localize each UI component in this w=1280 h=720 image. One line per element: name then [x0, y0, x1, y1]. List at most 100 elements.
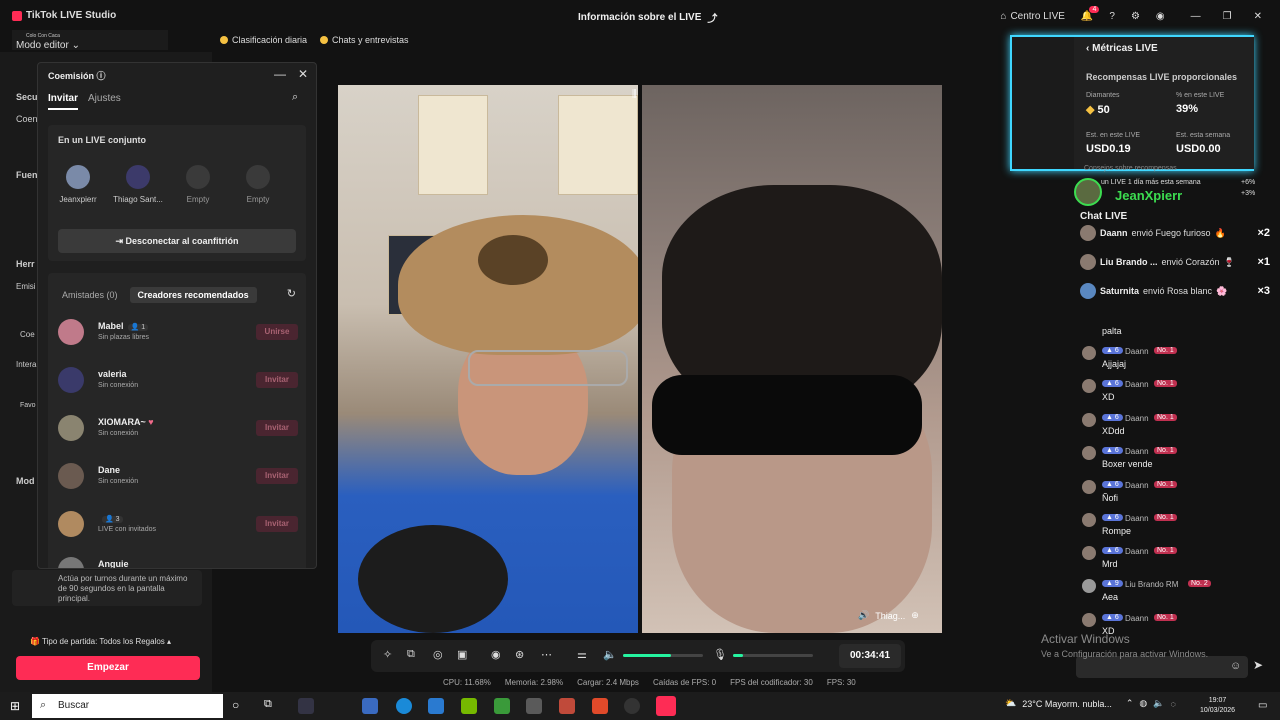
- tiktok-live-icon[interactable]: [656, 696, 676, 716]
- tipo-partida-selector[interactable]: 🎁 Tipo de partida: Todos los Regalos ▴: [30, 637, 171, 646]
- metrics-panel: ‹ Métricas LIVE Recompensas LIVE proporc…: [1010, 35, 1254, 171]
- volume-slider[interactable]: [623, 654, 703, 657]
- level-badge: ▲ 6: [1102, 447, 1123, 454]
- poster-image: [418, 95, 488, 195]
- speaker-icon: 🔊: [858, 610, 870, 620]
- empezar-button[interactable]: Empezar: [16, 656, 200, 680]
- live-info-button[interactable]: Información sobre el LIVE ⤴: [578, 10, 717, 25]
- app-icon[interactable]: [526, 698, 542, 714]
- more-icon[interactable]: ⋯: [541, 648, 552, 661]
- list-item: Anguie: [58, 555, 298, 568]
- task-view-icon[interactable]: ⧉: [264, 698, 280, 714]
- send-icon[interactable]: ➤: [1253, 658, 1263, 672]
- app-icon[interactable]: [494, 698, 510, 714]
- camera-icon[interactable]: ⊛: [515, 648, 524, 661]
- invitar-button[interactable]: Invitar: [256, 516, 298, 532]
- friends-tabs: Amistades (0) Creadores recomendados: [58, 287, 257, 303]
- layout-icon[interactable]: ▣: [457, 648, 467, 661]
- tab-amistades[interactable]: Amistades (0): [58, 287, 122, 303]
- tray-chevron-icon[interactable]: ⌃: [1126, 698, 1134, 709]
- tip-row: un LIVE 1 día más esta semana +6%: [1101, 179, 1256, 186]
- left-item-5[interactable]: Coe: [20, 330, 35, 339]
- maximize-button[interactable]: ❐: [1223, 11, 1232, 22]
- network-icon[interactable]: ◍: [1139, 698, 1147, 709]
- chats-chip[interactable]: Chats y entrevistas: [320, 33, 409, 47]
- mic-slider[interactable]: [733, 654, 813, 657]
- slot-host[interactable]: Jeanxpierr: [48, 165, 108, 204]
- edge-icon[interactable]: [396, 698, 412, 714]
- refresh-icon[interactable]: ↻: [287, 287, 296, 300]
- heart-gift-icon: 🍷: [1223, 256, 1235, 267]
- dialog-minimize-button[interactable]: —: [274, 67, 286, 81]
- left-item-3[interactable]: Herr: [16, 259, 35, 269]
- clasificacion-chip[interactable]: Clasificación diaria: [220, 33, 307, 47]
- left-item-2[interactable]: Fuen: [16, 170, 38, 180]
- chat-message: ▲ 6 Daann No. 1 XDdd: [1082, 412, 1272, 440]
- poster-image: [558, 95, 638, 195]
- volume-icon[interactable]: 🔈: [603, 648, 617, 661]
- taskbar-clock[interactable]: 19:07 10/03/2026: [1200, 696, 1235, 716]
- title-actions: ⌂ Centro LIVE 🔔 4 ? ⚙ ◉ — ❐ ✕: [992, 5, 1280, 26]
- left-item-6[interactable]: Intera: [16, 360, 36, 369]
- tab-ajustes[interactable]: Ajustes: [88, 93, 121, 110]
- slot-empty[interactable]: Empty: [228, 165, 288, 204]
- slot-empty[interactable]: Empty: [168, 165, 228, 204]
- modo-editor-dropdown[interactable]: Modo editor ⌄: [16, 40, 80, 51]
- left-item-8[interactable]: Mod: [16, 476, 35, 486]
- tab-creadores[interactable]: Creadores recomendados: [129, 287, 257, 303]
- minimize-button[interactable]: —: [1191, 11, 1201, 22]
- rank-badge: No. 1: [1154, 380, 1177, 387]
- guest-label[interactable]: 🔊 Thiag... ⊕: [858, 610, 919, 621]
- list-item: valeria Sin conexión Invitar: [58, 365, 298, 395]
- app-icon[interactable]: [298, 698, 314, 714]
- help-button[interactable]: ?: [1109, 11, 1115, 22]
- left-item-1[interactable]: Coen: [16, 114, 38, 124]
- obs-icon[interactable]: [624, 698, 640, 714]
- windows-start-icon[interactable]: ⊞: [10, 699, 20, 713]
- avatar: [58, 367, 84, 393]
- tab-invitar[interactable]: Invitar: [48, 93, 79, 110]
- live-video-preview[interactable]: ⫼ 🔊 Thiag... ⊕: [338, 85, 942, 633]
- magic-icon[interactable]: ✧: [383, 648, 392, 661]
- level-badge: ▲ 6: [1102, 614, 1123, 621]
- taskbar-search[interactable]: ⌕ Buscar: [32, 694, 223, 718]
- nvidia-icon[interactable]: [461, 698, 477, 714]
- screen-share-icon[interactable]: ⧉: [407, 648, 415, 661]
- brave-icon[interactable]: [592, 698, 608, 714]
- left-item-0[interactable]: Secu: [16, 92, 38, 102]
- invitar-button[interactable]: Invitar: [256, 372, 298, 388]
- app-icon[interactable]: [559, 698, 575, 714]
- emoji-icon[interactable]: ☺: [1230, 660, 1241, 672]
- list-item: Dane Sin conexión Invitar: [58, 461, 298, 491]
- notifications-button[interactable]: 🔔 4: [1081, 5, 1100, 22]
- left-item-7[interactable]: Favo: [20, 402, 36, 409]
- wifi-icon[interactable]: ◌: [1170, 699, 1175, 709]
- search-icon[interactable]: ⌕: [292, 91, 298, 104]
- avatar: [1080, 225, 1096, 241]
- profile-avatar[interactable]: ◉: [1156, 11, 1165, 22]
- dialog-close-button[interactable]: ✕: [298, 67, 308, 81]
- disconnect-cohost-button[interactable]: ⇥ Desconectar al coanfitrión: [58, 229, 296, 253]
- mic-icon[interactable]: 🎙: [713, 648, 727, 661]
- unirse-button[interactable]: Unirse: [256, 324, 298, 340]
- invitar-button[interactable]: Invitar: [256, 420, 298, 436]
- store-icon[interactable]: [362, 698, 378, 714]
- notification-center-icon[interactable]: ▭: [1258, 700, 1267, 711]
- left-item-4[interactable]: Emisi: [16, 282, 36, 291]
- mail-icon[interactable]: [428, 698, 444, 714]
- centro-live-button[interactable]: ⌂ Centro LIVE: [1000, 11, 1065, 22]
- settings-button[interactable]: ⚙: [1131, 11, 1140, 22]
- list-item: XIOMARA~ ♥ Sin conexión Invitar: [58, 413, 298, 443]
- volume-icon[interactable]: 🔈: [1153, 698, 1164, 709]
- metrics-title[interactable]: ‹ Métricas LIVE: [1086, 43, 1158, 54]
- invitar-button[interactable]: Invitar: [256, 468, 298, 484]
- slot-guest[interactable]: Thiago Sant...: [108, 165, 168, 204]
- rank-badge: No. 1: [1154, 447, 1177, 454]
- close-button[interactable]: ✕: [1254, 11, 1262, 22]
- chat-message: ▲ 6 Daann No. 1 Ajjajaj: [1082, 345, 1272, 373]
- chat-input[interactable]: ☺: [1076, 656, 1248, 678]
- effects-icon[interactable]: ◎: [433, 648, 443, 661]
- cortana-icon[interactable]: ○: [232, 698, 248, 714]
- mixer-icon[interactable]: ⚌: [577, 648, 587, 661]
- record-icon[interactable]: ◉: [491, 648, 501, 661]
